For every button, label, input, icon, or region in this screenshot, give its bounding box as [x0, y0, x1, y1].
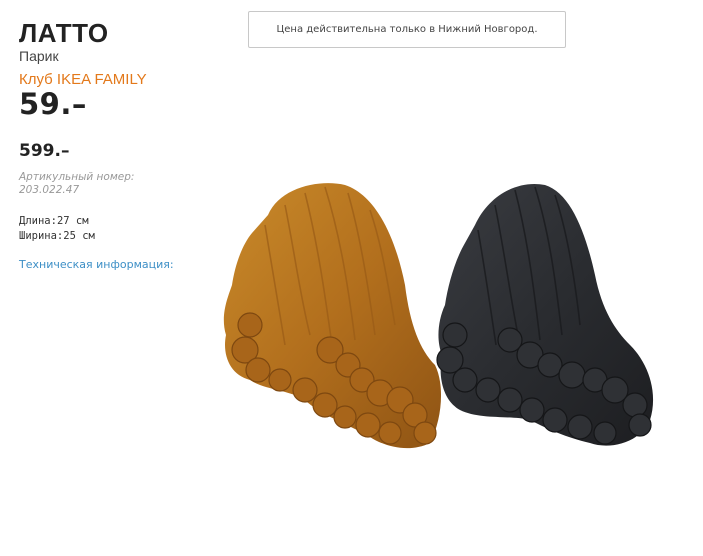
length-value: 27 см — [56, 215, 89, 227]
length-label: Длина: — [19, 215, 57, 227]
article-label: Артикульный номер: — [19, 171, 135, 183]
orange-wig — [223, 183, 442, 449]
product-info: ЛАТТО Парик Клуб IKEA FAMILY 59.– 599.– … — [19, 18, 219, 272]
article-value: 203.022.47 — [19, 184, 80, 196]
dimensions: Длина:27 см Ширина:25 см — [19, 214, 219, 244]
width-value: 25 см — [63, 230, 95, 242]
product-name: ЛАТТО — [19, 18, 109, 48]
price-validity-notice: Цена действительна только в Нижний Новго… — [248, 11, 566, 48]
regular-price: 599.– — [19, 141, 70, 161]
ikea-family-label: Клуб IKEA FAMILY — [19, 71, 147, 88]
product-type: Парик — [19, 48, 59, 64]
article-number: Артикульный номер: 203.022.47 — [19, 171, 139, 197]
product-image — [223, 183, 654, 449]
technical-info-link[interactable]: Техническая информация: — [19, 258, 174, 271]
black-wig — [436, 183, 654, 446]
family-price: 59.– — [19, 87, 87, 121]
width-row: Ширина:25 см — [19, 229, 219, 244]
width-label: Ширина: — [19, 230, 64, 242]
length-row: Длина:27 см — [19, 214, 219, 229]
